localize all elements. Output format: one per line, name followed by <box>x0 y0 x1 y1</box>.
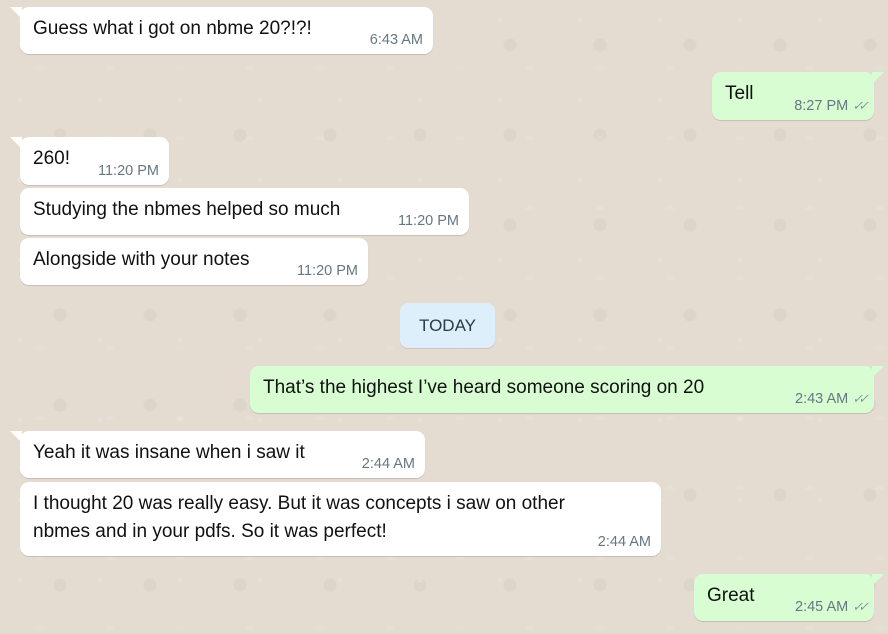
outgoing-message[interactable]: Tell 8:27 PM ✓✓ <box>712 72 884 120</box>
double-check-icon: ✓✓ <box>852 599 869 614</box>
incoming-message[interactable]: 260! 11:20 PM <box>10 137 169 185</box>
message-text: That’s the highest I’ve heard someone sc… <box>263 377 705 398</box>
message-time-label: 2:43 AM <box>795 391 849 407</box>
message-time-label: 2:45 AM <box>795 599 849 615</box>
message-time: 6:43 AM <box>369 32 423 48</box>
message-text: Tell <box>725 83 754 104</box>
outgoing-message[interactable]: That’s the highest I’ve heard someone sc… <box>250 366 884 413</box>
message-time: 8:27 PM ✓✓ <box>794 98 869 114</box>
double-check-icon: ✓✓ <box>852 391 869 406</box>
incoming-message[interactable]: Yeah it was insane when i saw it 2:44 AM <box>10 431 425 478</box>
message-text: Yeah it was insane when i saw it <box>33 442 305 463</box>
message-time: 11:20 PM <box>398 213 459 229</box>
message-time: 2:45 AM ✓✓ <box>795 599 869 615</box>
day-divider: TODAY <box>400 303 495 348</box>
message-time: 2:44 AM <box>597 534 651 550</box>
outgoing-message[interactable]: Great 2:45 AM ✓✓ <box>694 574 884 621</box>
message-text: 260! <box>33 148 70 169</box>
message-text: Studying the nbmes helped so much <box>33 199 341 220</box>
message-text: I thought 20 was really easy. But it was… <box>33 493 565 542</box>
message-time: 11:20 PM <box>297 263 358 279</box>
message-time: 2:44 AM <box>361 456 415 472</box>
incoming-message[interactable]: Guess what i got on nbme 20?!?! 6:43 AM <box>10 7 433 54</box>
double-check-icon: ✓✓ <box>852 98 869 113</box>
message-time: 2:43 AM ✓✓ <box>795 391 869 407</box>
incoming-message[interactable]: Alongside with your notes 11:20 PM <box>20 238 368 285</box>
incoming-message[interactable]: Studying the nbmes helped so much 11:20 … <box>20 188 469 235</box>
message-time: 11:20 PM <box>98 163 159 179</box>
message-text: Guess what i got on nbme 20?!?! <box>33 18 312 39</box>
message-time-label: 8:27 PM <box>794 98 849 114</box>
message-text: Great <box>707 585 755 606</box>
message-text: Alongside with your notes <box>33 249 250 270</box>
incoming-message[interactable]: I thought 20 was really easy. But it was… <box>20 482 661 556</box>
